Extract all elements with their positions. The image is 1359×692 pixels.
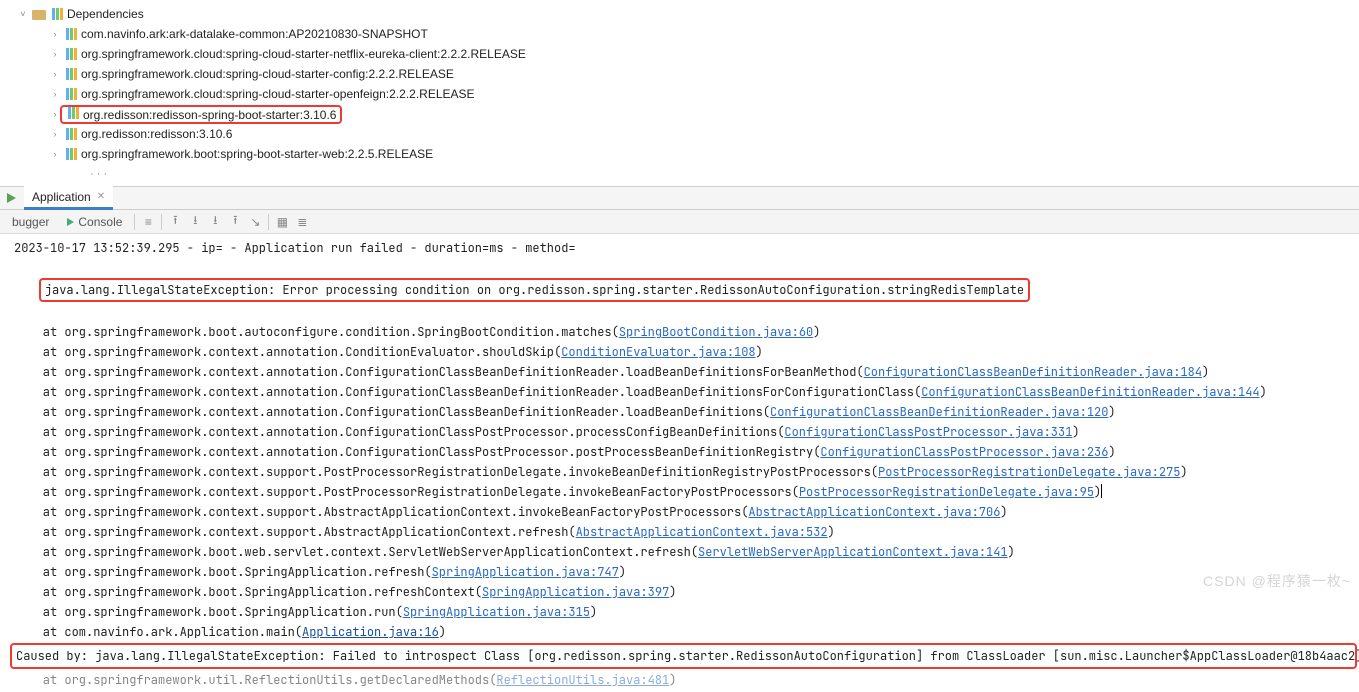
separator (161, 214, 162, 230)
source-link[interactable]: SpringBootCondition.java:60 (619, 324, 813, 340)
dependencies-node[interactable]: ˅ Dependencies (6, 4, 1353, 24)
layout-icon[interactable]: ≡ (139, 213, 157, 231)
console-toolbar[interactable]: bugger Console ≡ ⭱ ⭳ ⭳ ⭱ ↘ ▦ ≣ (0, 210, 1359, 234)
stack-line: at org.springframework.context.support.A… (14, 502, 1353, 522)
grid-icon[interactable]: ▦ (273, 213, 291, 231)
stack-line: at org.springframework.boot.SpringApplic… (14, 602, 1353, 622)
chevron-right-icon[interactable]: › (50, 149, 60, 159)
stack-line: at org.springframework.boot.autoconfigur… (14, 322, 1353, 342)
source-link[interactable]: Application.java:16 (302, 624, 439, 640)
stack-line: at com.navinfo.ark.Application.main(Appl… (14, 622, 1353, 642)
stack-line: at org.springframework.util.ReflectionUt… (14, 670, 1353, 690)
source-link[interactable]: ConfigurationClassBeanDefinitionReader.j… (770, 404, 1108, 420)
chevron-down-icon[interactable]: ˅ (18, 9, 28, 19)
dependency-item[interactable]: › org.springframework.cloud:spring-cloud-… (6, 64, 1353, 84)
library-icon (66, 107, 80, 119)
source-link[interactable]: ConditionEvaluator.java:108 (561, 344, 755, 360)
dependency-label: org.springframework.boot:spring-boot-sta… (81, 147, 433, 161)
source-link[interactable]: SpringApplication.java:315 (403, 604, 590, 620)
dependency-highlight: org.redisson:redisson-spring-boot-starte… (60, 105, 342, 124)
dependency-label: org.redisson:redisson-spring-boot-starte… (83, 108, 336, 122)
dependency-item[interactable]: › org.springframework.cloud:spring-cloud-… (6, 44, 1353, 64)
down-icon[interactable]: ⭳ (186, 213, 204, 231)
dependency-item[interactable]: › org.redisson:redisson:3.10.6 (6, 124, 1353, 144)
tab-console[interactable]: Console (59, 213, 130, 231)
separator (134, 214, 135, 230)
stack-line: at org.springframework.boot.SpringApplic… (14, 562, 1353, 582)
source-link[interactable]: SpringApplication.java:747 (432, 564, 619, 580)
console-output[interactable]: 2023-10-17 13:52:39.295 - ip= - Applicat… (0, 234, 1359, 692)
library-icon (64, 128, 78, 140)
exception-line: java.lang.IllegalStateException: Error p… (14, 258, 1353, 322)
chevron-right-icon[interactable]: › (50, 29, 60, 39)
up-icon[interactable]: ⭱ (166, 213, 184, 231)
down2-icon[interactable]: ⭳ (206, 213, 224, 231)
folder-icon (32, 8, 46, 20)
dependency-item[interactable]: › org.springframework.cloud:spring-cloud-… (6, 84, 1353, 104)
source-link[interactable]: AbstractApplicationContext.java:532 (576, 524, 828, 540)
stack-line: at org.springframework.context.annotatio… (14, 362, 1353, 382)
close-icon[interactable]: ✕ (97, 191, 105, 202)
source-link[interactable]: PostProcessorRegistrationDelegate.java:2… (878, 464, 1180, 480)
source-link[interactable]: ConfigurationClassPostProcessor.java:236 (820, 444, 1108, 460)
library-icon (50, 8, 64, 20)
text-cursor (1101, 484, 1102, 498)
dependency-item[interactable]: › org.springframework.boot:spring-boot-st… (6, 144, 1353, 164)
stack-line: at org.springframework.context.annotatio… (14, 422, 1353, 442)
source-link[interactable]: AbstractApplicationContext.java:706 (748, 504, 1000, 520)
export-icon[interactable]: ⭱ (226, 213, 244, 231)
library-icon (64, 28, 78, 40)
tab-label: Application (32, 190, 91, 204)
library-icon (64, 148, 78, 160)
chevron-right-icon[interactable]: › (50, 49, 60, 59)
stack-line: at org.springframework.context.support.A… (14, 522, 1353, 542)
source-link[interactable]: ConfigurationClassPostProcessor.java:331 (784, 424, 1072, 440)
dependency-item[interactable]: › com.navinfo.ark:ark-datalake-common:AP2… (6, 24, 1353, 44)
list-icon[interactable]: ≣ (293, 213, 311, 231)
stack-line: at org.springframework.context.support.P… (14, 482, 1353, 502)
dependency-label: org.springframework.cloud:spring-cloud-s… (81, 47, 526, 61)
dependency-label: org.springframework.cloud:spring-cloud-s… (81, 67, 454, 81)
dependency-label: com.navinfo.ark:ark-datalake-common:AP20… (81, 27, 428, 41)
dependencies-label: Dependencies (67, 7, 144, 21)
project-tree[interactable]: ˅ Dependencies › com.navinfo.ark:ark-data… (0, 0, 1359, 186)
caused-by-line: Caused by: java.lang.IllegalStateExcepti… (10, 643, 1357, 669)
library-icon (64, 88, 78, 100)
library-icon (64, 48, 78, 60)
separator (268, 214, 269, 230)
stack-line: at org.springframework.context.annotatio… (14, 442, 1353, 462)
source-link[interactable]: ConfigurationClassBeanDefinitionReader.j… (864, 364, 1202, 380)
exception-highlight: java.lang.IllegalStateException: Error p… (39, 278, 1030, 302)
stack-line: at org.springframework.context.annotatio… (14, 402, 1353, 422)
tool-window-tabs[interactable]: Application ✕ (0, 186, 1359, 210)
stack-line: at org.springframework.context.annotatio… (14, 342, 1353, 362)
source-link[interactable]: SpringApplication.java:397 (482, 584, 669, 600)
chevron-right-icon[interactable]: › (50, 89, 60, 99)
dependency-label: org.redisson:redisson:3.10.6 (81, 127, 232, 141)
source-link[interactable]: PostProcessorRegistrationDelegate.java:9… (799, 484, 1094, 500)
tab-application[interactable]: Application ✕ (24, 186, 113, 210)
stack-line: at org.springframework.boot.web.servlet.… (14, 542, 1353, 562)
chevron-right-icon[interactable]: › (50, 69, 60, 79)
source-link[interactable]: ReflectionUtils.java:481 (496, 672, 669, 688)
tree-more: · · · (6, 164, 1353, 184)
filter-icon[interactable]: ↘ (246, 213, 264, 231)
dependency-label: org.springframework.cloud:spring-cloud-s… (81, 87, 475, 101)
log-line: 2023-10-17 13:52:39.295 - ip= - Applicat… (14, 238, 1353, 258)
source-link[interactable]: ConfigurationClassBeanDefinitionReader.j… (921, 384, 1259, 400)
run-icon (4, 191, 18, 205)
tab-debugger[interactable]: bugger (4, 213, 57, 231)
play-icon (67, 218, 74, 226)
stack-line: at org.springframework.boot.SpringApplic… (14, 582, 1353, 602)
stack-line: at org.springframework.context.annotatio… (14, 382, 1353, 402)
dependency-item[interactable]: › org.redisson:redisson-spring-boot-start… (6, 104, 1353, 124)
chevron-right-icon[interactable]: › (50, 129, 60, 139)
chevron-right-icon[interactable]: › (50, 109, 60, 119)
stack-line: at org.springframework.context.support.P… (14, 462, 1353, 482)
source-link[interactable]: ServletWebServerApplicationContext.java:… (698, 544, 1008, 560)
library-icon (64, 68, 78, 80)
